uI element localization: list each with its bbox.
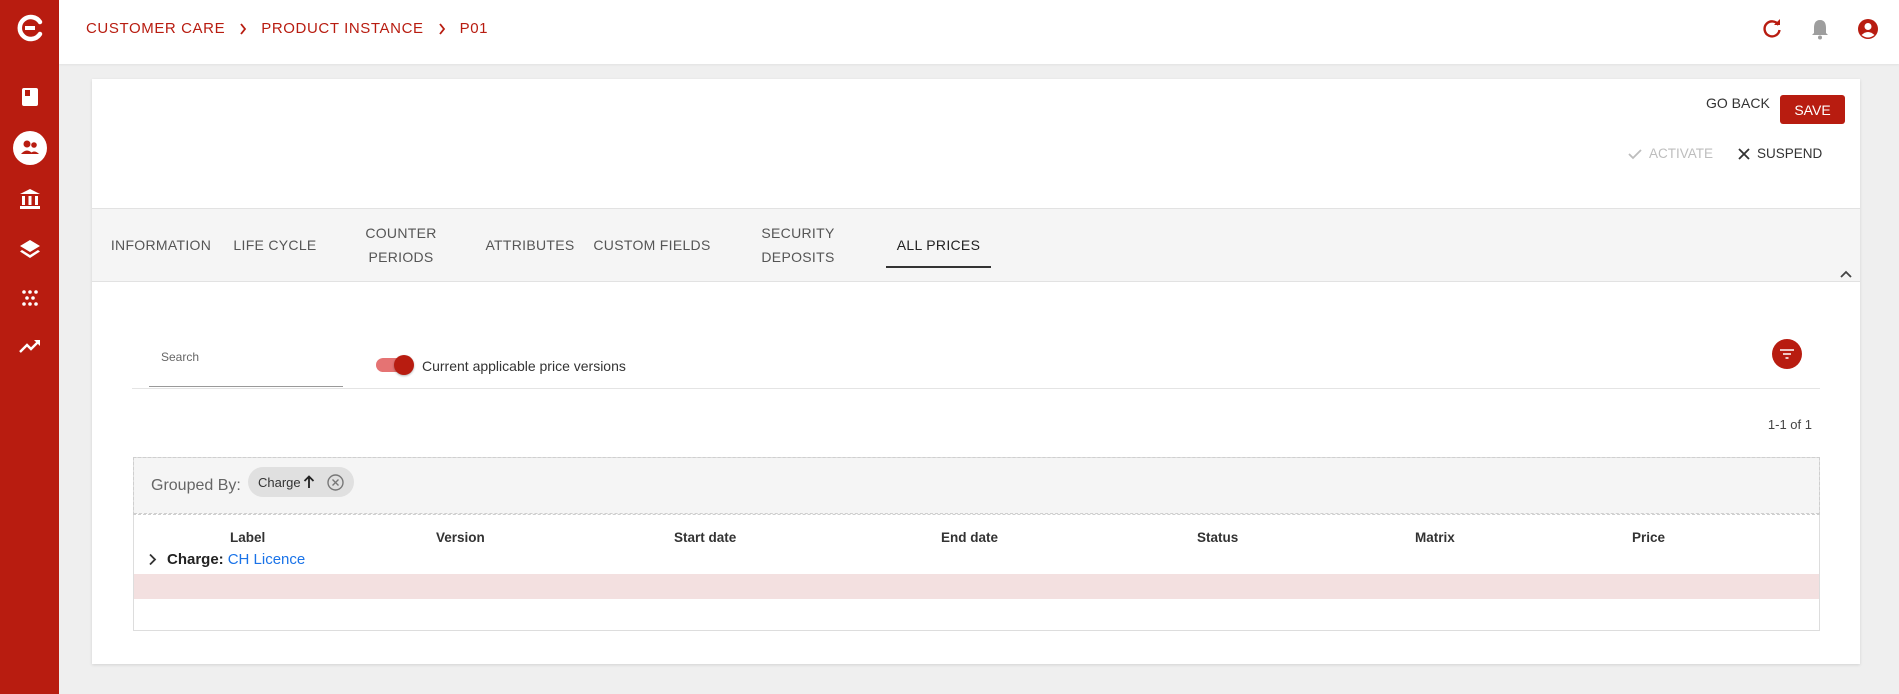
- bell-icon[interactable]: [1809, 18, 1831, 45]
- tab-custom-fields[interactable]: CUSTOM FIELDS: [592, 209, 712, 281]
- toggle-thumb: [394, 355, 414, 375]
- activate-button[interactable]: ACTIVATE: [1628, 146, 1713, 161]
- group-row-value[interactable]: CH Licence: [228, 551, 306, 568]
- tab-information[interactable]: INFORMATION: [100, 209, 222, 281]
- search-input[interactable]: Search: [149, 342, 343, 387]
- top-bar: CUSTOMER CARE PRODUCT INSTANCE P01: [59, 0, 1899, 64]
- prices-table: Grouped By: Charge Label Version Start d…: [133, 457, 1820, 631]
- book-icon[interactable]: [0, 87, 59, 107]
- active-tab-indicator: [886, 266, 991, 268]
- tab-all-prices[interactable]: ALL PRICES: [886, 209, 991, 281]
- tab-life-cycle[interactable]: LIFE CYCLE: [222, 209, 328, 281]
- refresh-icon[interactable]: [1761, 18, 1783, 45]
- pagination-info: 1-1 of 1: [1767, 417, 1812, 432]
- chevron-up-icon[interactable]: [1839, 266, 1853, 284]
- column-header-version[interactable]: Version: [436, 530, 485, 545]
- chevron-right-icon: [239, 22, 247, 35]
- activate-label: ACTIVATE: [1649, 146, 1714, 161]
- grouped-by-label: Grouped By:: [151, 477, 241, 494]
- save-button[interactable]: SAVE: [1780, 95, 1845, 124]
- group-row-key: Charge:: [167, 551, 224, 568]
- remove-group-icon[interactable]: [326, 473, 344, 491]
- column-header-label[interactable]: Label: [230, 530, 265, 545]
- breadcrumb: CUSTOMER CARE PRODUCT INSTANCE P01: [86, 20, 488, 37]
- chevron-right-icon[interactable]: [148, 553, 157, 566]
- suspend-button[interactable]: SUSPEND: [1738, 146, 1822, 161]
- filter-divider: [132, 388, 1820, 389]
- column-header-price[interactable]: Price: [1632, 530, 1665, 545]
- bank-icon[interactable]: [0, 188, 59, 210]
- group-row[interactable]: Charge: CH Licence: [148, 551, 305, 568]
- tab-counter-periods[interactable]: COUNTER PERIODS: [356, 209, 446, 281]
- breadcrumb-customer-care[interactable]: CUSTOMER CARE: [86, 20, 225, 37]
- tab-attributes[interactable]: ATTRIBUTES: [480, 209, 580, 281]
- account-icon[interactable]: [1857, 18, 1879, 45]
- layers-icon[interactable]: [0, 238, 59, 260]
- group-by-panel: Grouped By: Charge: [133, 457, 1820, 515]
- table-row[interactable]: [134, 574, 1819, 599]
- main-card: GO BACK SAVE ACTIVATE SUSPEND INFORMATIO…: [92, 79, 1860, 664]
- people-icon[interactable]: [0, 131, 59, 165]
- close-icon: [1738, 147, 1750, 160]
- column-header-end-date[interactable]: End date: [941, 530, 998, 545]
- trending-icon[interactable]: [0, 338, 59, 354]
- tab-bar: INFORMATION LIFE CYCLE COUNTER PERIODS A…: [92, 208, 1860, 282]
- group-chip-label: Charge: [258, 474, 301, 490]
- group-chip[interactable]: Charge: [248, 467, 354, 497]
- breadcrumb-product-instance[interactable]: PRODUCT INSTANCE: [261, 20, 423, 37]
- filter-icon: [1780, 349, 1794, 359]
- logo-icon[interactable]: [0, 13, 59, 43]
- check-icon: [1628, 148, 1642, 159]
- dots-icon[interactable]: [0, 289, 59, 307]
- filter-button[interactable]: [1772, 339, 1802, 369]
- search-label: Search: [161, 350, 200, 364]
- sidebar: [0, 0, 59, 694]
- column-header-start-date[interactable]: Start date: [674, 530, 736, 545]
- arrow-up-icon[interactable]: [303, 475, 315, 489]
- go-back-button[interactable]: GO BACK: [1706, 95, 1770, 111]
- current-price-toggle[interactable]: [376, 355, 414, 375]
- column-header-matrix[interactable]: Matrix: [1415, 530, 1455, 545]
- column-header-status[interactable]: Status: [1197, 530, 1238, 545]
- tab-security-deposits[interactable]: SECURITY DEPOSITS: [748, 209, 848, 281]
- toggle-label: Current applicable price versions: [422, 358, 626, 374]
- chevron-right-icon: [438, 22, 446, 35]
- breadcrumb-current: P01: [459, 20, 489, 37]
- suspend-label: SUSPEND: [1757, 146, 1823, 161]
